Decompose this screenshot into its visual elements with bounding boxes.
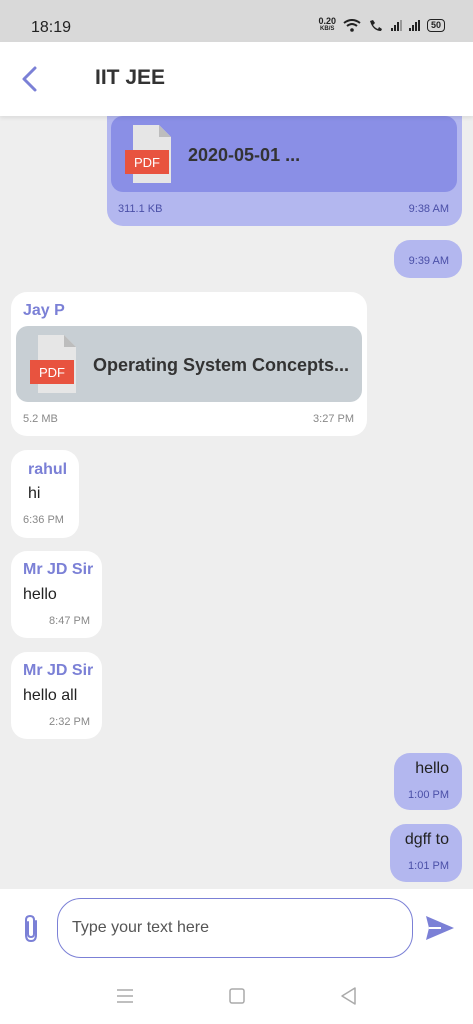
message-time: 9:38 AM	[408, 203, 449, 215]
file-card[interactable]: PDF Operating System Concepts...	[16, 326, 362, 402]
message-outgoing[interactable]: hello 1:00 PM	[394, 753, 462, 810]
message-time: 3:27 PM	[313, 413, 354, 425]
sender-name: Mr JD Sir	[23, 662, 94, 679]
signal-icon-1	[390, 19, 402, 31]
file-name: 2020-05-01 ...	[188, 145, 301, 165]
signal-icon-2	[408, 19, 420, 31]
system-nav-bar	[0, 969, 473, 1024]
sender-name: Mr JD Sir	[23, 561, 94, 578]
composer-bar	[0, 889, 473, 969]
menu-icon[interactable]	[114, 985, 136, 1007]
message-incoming[interactable]: Mr JD Sir hello 8:47 PM	[11, 551, 102, 638]
message-text: hello	[23, 586, 57, 603]
page-title: IIT JEE	[95, 66, 166, 89]
message-text: hello all	[23, 687, 78, 704]
home-icon[interactable]	[226, 985, 248, 1007]
network-speed-unit: KB/S	[320, 26, 335, 32]
battery-icon: 50	[426, 18, 445, 32]
attachment-icon[interactable]	[20, 913, 44, 945]
message-text: hello	[415, 760, 449, 777]
message-outgoing-file[interactable]: PDF 2020-05-01 ... 311.1 KB 9:38 AM	[107, 100, 462, 226]
message-time: 1:01 PM	[408, 860, 449, 872]
message-time: 9:39 AM	[408, 255, 449, 267]
sender-name: Jay P	[23, 302, 65, 319]
status-bar: 18:19 0.20 KB/S 50	[0, 0, 473, 42]
network-speed: 0.20 KB/S	[318, 17, 336, 33]
file-name: Operating System Concepts...	[93, 355, 350, 375]
message-outgoing[interactable]: 9:39 AM	[394, 240, 462, 278]
message-incoming-file[interactable]: Jay P PDF Operating System Concepts... 5…	[11, 292, 367, 436]
message-outgoing[interactable]: dgff to 1:01 PM	[390, 824, 462, 882]
message-incoming[interactable]: Mr JD Sir hello all 2:32 PM	[11, 652, 102, 739]
pdf-file-icon: PDF	[125, 125, 171, 183]
send-icon[interactable]	[425, 914, 455, 942]
app-bar: IIT JEE	[0, 42, 473, 116]
message-time: 1:00 PM	[408, 789, 449, 801]
status-time: 18:19	[31, 19, 72, 36]
message-time: 8:47 PM	[49, 615, 90, 627]
wifi-icon	[343, 18, 361, 32]
volte-call-icon	[369, 19, 382, 31]
message-time: 2:32 PM	[49, 716, 90, 728]
message-text: dgff to	[404, 831, 449, 848]
file-size: 311.1 KB	[118, 203, 163, 215]
pdf-label: PDF	[39, 365, 65, 380]
pdf-label: PDF	[134, 155, 160, 170]
message-text: hi	[28, 485, 41, 502]
message-incoming[interactable]: rahul hi 6:36 PM	[11, 450, 79, 538]
back-arrow-icon[interactable]	[16, 64, 44, 94]
file-size: 5.2 MB	[23, 413, 58, 425]
sender-name: rahul	[28, 461, 68, 478]
network-speed-value: 0.20	[318, 16, 336, 26]
message-input[interactable]	[57, 898, 413, 958]
status-icons: 0.20 KB/S 50	[318, 17, 445, 33]
pdf-file-icon: PDF	[30, 335, 76, 393]
file-card[interactable]: PDF 2020-05-01 ...	[111, 116, 457, 192]
message-time: 6:36 PM	[23, 514, 64, 526]
back-icon[interactable]	[338, 985, 360, 1007]
